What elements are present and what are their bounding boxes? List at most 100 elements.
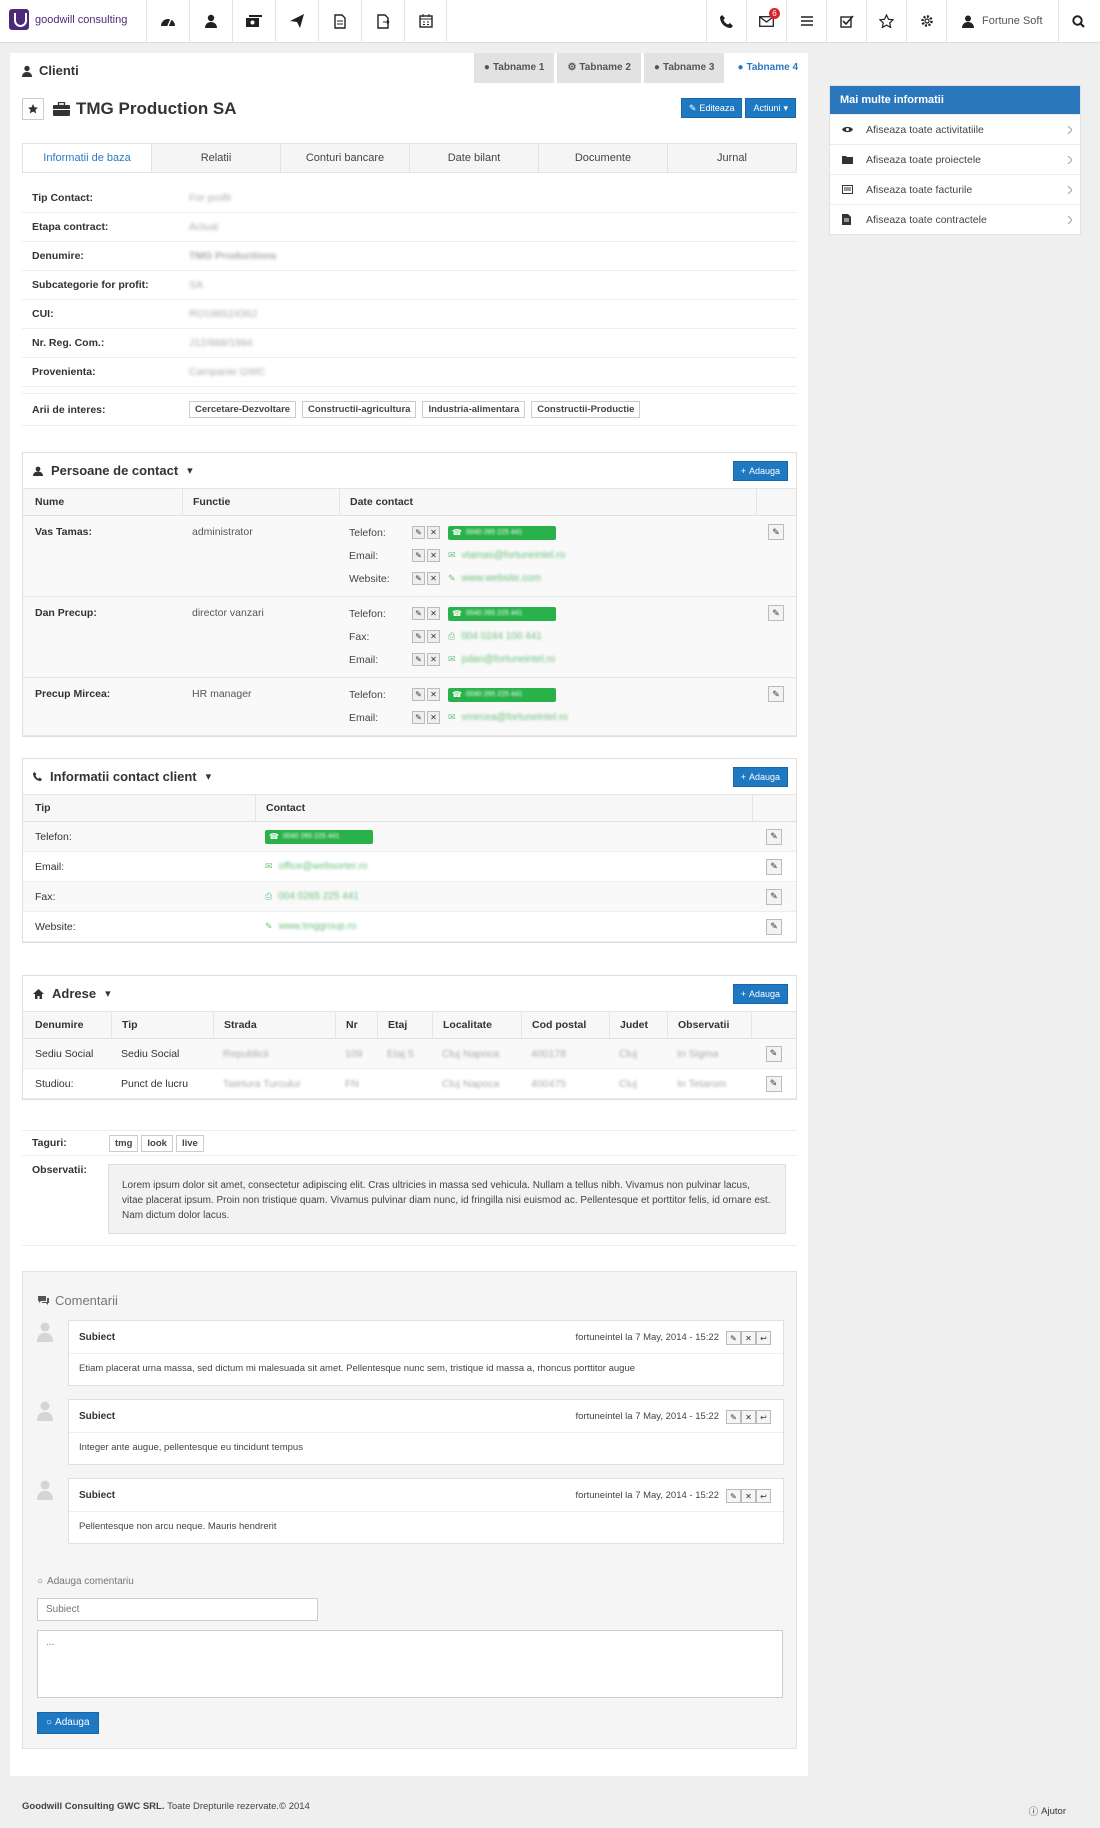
tab-tabname-3[interactable]: ● Tabname 3 (643, 53, 725, 83)
tag[interactable]: look (141, 1134, 173, 1152)
interest-tag[interactable]: Industria-alimentara (422, 401, 526, 418)
subtab-documente[interactable]: Documente (538, 144, 667, 172)
delete-contact-icon[interactable]: ✕ (427, 653, 440, 666)
phone-pill[interactable]: ☎ 0040 265 225 441 (448, 687, 556, 702)
column-header[interactable]: Functie (182, 489, 339, 515)
edit-row-button[interactable]: ✎ (766, 918, 782, 935)
column-header[interactable]: Etaj (377, 1012, 432, 1038)
delete-contact-icon[interactable]: ✕ (427, 630, 440, 643)
submit-comment-button[interactable]: ○ Adauga (37, 1712, 99, 1734)
user-menu[interactable]: Fortune Soft (946, 0, 1058, 42)
nav-documents[interactable] (318, 0, 361, 42)
edit-comment-icon[interactable]: ✎ (726, 1410, 741, 1424)
subtab-informatii-de-baza[interactable]: Informatii de baza (23, 144, 151, 172)
show-all-projects-link[interactable]: Afiseaza toate proiectele (830, 144, 1080, 174)
nav-messages[interactable]: 6 (746, 0, 786, 42)
column-header[interactable]: Denumire (23, 1019, 111, 1031)
contact-value[interactable]: pdan@fortuneintel.ro (462, 654, 556, 665)
edit-contact-icon[interactable]: ✎ (412, 572, 425, 585)
help-button[interactable]: ⓘ Ajutor (1024, 1802, 1070, 1820)
phone-pill[interactable]: ☎ 0040 265 225 441 (265, 829, 373, 844)
edit-row-button[interactable]: ✎ (766, 828, 782, 845)
delete-contact-icon[interactable]: ✕ (427, 572, 440, 585)
delete-contact-icon[interactable]: ✕ (427, 711, 440, 724)
edit-contact-icon[interactable]: ✎ (412, 711, 425, 724)
edit-row-button[interactable]: ✎ (768, 686, 784, 702)
show-all-contracts-link[interactable]: Afiseaza toate contractele (830, 204, 1080, 234)
comment-subject-input[interactable] (37, 1598, 318, 1621)
edit-row-button[interactable]: ✎ (768, 605, 784, 621)
subtab-date-bilant[interactable]: Date bilant (409, 144, 538, 172)
reply-comment-icon[interactable]: ↩ (756, 1331, 771, 1345)
interest-tag[interactable]: Constructii-agricultura (302, 401, 417, 418)
edit-comment-icon[interactable]: ✎ (726, 1331, 741, 1345)
tag[interactable]: tmg (109, 1134, 139, 1152)
tag[interactable]: live (175, 1134, 204, 1152)
delete-contact-icon[interactable]: ✕ (427, 607, 440, 620)
edit-button[interactable]: ✎ Editeaza (680, 98, 743, 118)
nav-settings[interactable] (906, 0, 946, 42)
edit-row-button[interactable]: ✎ (765, 1075, 782, 1092)
reply-comment-icon[interactable]: ↩ (756, 1489, 771, 1503)
edit-contact-icon[interactable]: ✎ (412, 526, 425, 539)
delete-contact-icon[interactable]: ✕ (427, 549, 440, 562)
delete-comment-icon[interactable]: ✕ (741, 1331, 756, 1345)
contact-value[interactable]: vmircea@fortuneintel.ro (462, 712, 568, 723)
column-header[interactable]: Nr (335, 1012, 377, 1038)
column-header[interactable]: Localitate (432, 1012, 521, 1038)
nav-file-export[interactable] (361, 0, 404, 42)
contact-value[interactable]: 004 0265 225 441 (278, 891, 359, 902)
interest-tag[interactable]: Cercetare-Dezvoltare (189, 401, 297, 418)
phone-pill[interactable]: ☎ 0040 265 225 441 (448, 606, 556, 621)
tab-tabname-2[interactable]: ⚙ Tabname 2 (557, 53, 641, 83)
edit-row-button[interactable]: ✎ (765, 1045, 782, 1062)
add-address-button[interactable]: + Adauga (732, 983, 788, 1004)
nav-dashboard[interactable] (146, 0, 189, 42)
column-header[interactable]: Tip (111, 1012, 213, 1038)
contact-value[interactable]: www.website.com (462, 573, 541, 584)
comment-body-textarea[interactable] (37, 1630, 783, 1698)
column-header[interactable]: Tip (23, 802, 255, 814)
add-client-contact-button[interactable]: + Adauga (732, 766, 788, 787)
contact-value[interactable]: www.tmggroup.ro (279, 921, 357, 932)
add-contact-person-button[interactable]: + Adauga (732, 460, 788, 481)
caret-down-icon[interactable]: ▾ (187, 464, 193, 477)
subtab-relatii[interactable]: Relatii (151, 144, 280, 172)
contact-value[interactable]: 004 0244 100 441 (461, 631, 542, 642)
brand-logo[interactable]: goodwill consulting (9, 9, 127, 30)
edit-comment-icon[interactable]: ✎ (726, 1489, 741, 1503)
edit-row-button[interactable]: ✎ (768, 524, 784, 540)
edit-contact-icon[interactable]: ✎ (412, 630, 425, 643)
contact-value[interactable]: vtamas@fortuneintel.ro (462, 550, 566, 561)
column-header[interactable]: Judet (609, 1012, 667, 1038)
delete-comment-icon[interactable]: ✕ (741, 1489, 756, 1503)
interest-tag[interactable]: Constructii-Productie (531, 401, 641, 418)
caret-down-icon[interactable]: ▾ (105, 987, 111, 1000)
nav-send[interactable] (275, 0, 318, 42)
actions-dropdown-button[interactable]: Actiuni ▾ (745, 98, 796, 118)
delete-contact-icon[interactable]: ✕ (427, 688, 440, 701)
column-header[interactable]: Strada (213, 1012, 335, 1038)
edit-row-button[interactable]: ✎ (766, 888, 782, 905)
caret-down-icon[interactable]: ▾ (206, 770, 212, 783)
edit-contact-icon[interactable]: ✎ (412, 607, 425, 620)
edit-contact-icon[interactable]: ✎ (412, 688, 425, 701)
nav-menu[interactable] (786, 0, 826, 42)
show-all-activities-link[interactable]: Afiseaza toate activitatiile (830, 114, 1080, 144)
edit-contact-icon[interactable]: ✎ (412, 653, 425, 666)
nav-phone[interactable] (706, 0, 746, 42)
column-header[interactable]: Date contact (339, 489, 756, 515)
tab-tabname-4[interactable]: ● Tabname 4 (727, 53, 808, 83)
column-header[interactable]: Contact (255, 795, 752, 821)
column-header[interactable]: Nume (23, 496, 182, 508)
nav-favorites[interactable] (866, 0, 906, 42)
favorite-button[interactable] (22, 98, 44, 120)
column-header[interactable]: Observatii (667, 1012, 751, 1038)
tab-tabname-1[interactable]: ● Tabname 1 (473, 53, 555, 83)
show-all-invoices-link[interactable]: Afiseaza toate facturile (830, 174, 1080, 204)
nav-tasks[interactable] (826, 0, 866, 42)
contact-value[interactable]: office@websorter.ro (279, 861, 368, 872)
subtab-jurnal[interactable]: Jurnal (667, 144, 796, 172)
nav-calendar[interactable] (404, 0, 447, 42)
subtab-conturi-bancare[interactable]: Conturi bancare (280, 144, 409, 172)
